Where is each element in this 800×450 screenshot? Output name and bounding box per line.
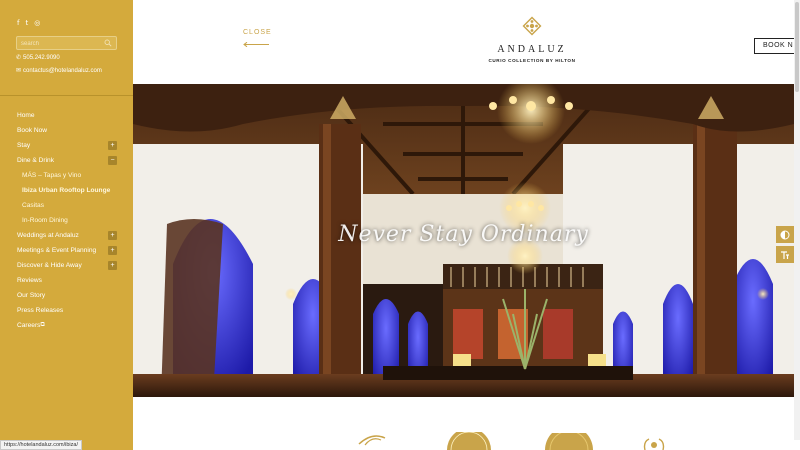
sidebar-item-label: Stay (17, 142, 31, 149)
expand-icon[interactable]: + (108, 261, 117, 270)
email-contact[interactable]: ✉ contactus@hotelandaluz.com (16, 67, 102, 75)
aaa-award-icon (358, 435, 386, 446)
andaluz-emblem-icon (522, 16, 542, 36)
external-link-icon: ⧉ (40, 322, 45, 328)
awards-row (133, 400, 794, 450)
sidebar-item-label: Discover & Hide Away (17, 262, 82, 269)
sidebar-item-our-story[interactable]: Our Story (0, 288, 133, 303)
search-box (16, 36, 117, 50)
historic-hotels-badge-icon (447, 432, 491, 450)
sidebar-item-dine-drink[interactable]: Dine & Drink − (0, 153, 133, 168)
facebook-icon[interactable]: f (17, 19, 19, 27)
sidebar-item-label: Casitas (22, 202, 44, 209)
sidebar-item-casitas[interactable]: Casitas (0, 198, 133, 213)
laurel-award-icon (643, 438, 665, 450)
sidebar: f t ◎ ✆ 505.242.9090 ✉ contactus@hotelan… (0, 0, 133, 450)
page: f t ◎ ✆ 505.242.9090 ✉ contactus@hotelan… (0, 0, 800, 450)
social-links: f t ◎ (17, 19, 40, 27)
sidebar-item-label: Careers (17, 322, 41, 329)
phone-icon: ✆ (16, 55, 22, 61)
sidebar-item-label: In-Room Dining (22, 217, 68, 224)
text-size-toggle[interactable] (776, 246, 794, 263)
close-menu-button[interactable]: CLOSE (243, 29, 272, 47)
contrast-toggle[interactable] (776, 226, 794, 243)
email-address: contactus@hotelandaluz.com (23, 67, 102, 74)
sidebar-item-label: Weddings at Andaluz (17, 232, 79, 239)
sidebar-item-label: MÁS – Tapas y Vino (22, 172, 82, 179)
sidebar-item-book-now[interactable]: Book Now (0, 123, 133, 138)
sidebar-item-discover-hide-away[interactable]: Discover & Hide Away + (0, 258, 133, 273)
logo-tagline: CURIO COLLECTION BY HILTON (488, 58, 576, 63)
sidebar-item-label: Meetings & Event Planning (17, 247, 97, 254)
sidebar-item-label: Book Now (17, 127, 48, 134)
expand-icon[interactable]: + (108, 141, 117, 150)
sidebar-item-careers[interactable]: Careers ⧉ (0, 318, 133, 333)
sidebar-item-m-s-tapas-y-vino[interactable]: MÁS – Tapas y Vino (0, 168, 133, 183)
sidebar-item-label: Dine & Drink (17, 157, 55, 164)
instagram-icon[interactable]: ◎ (34, 19, 40, 27)
phone-contact[interactable]: ✆ 505.242.9090 (16, 54, 60, 62)
search-input[interactable] (21, 38, 101, 49)
twitter-icon[interactable]: t (25, 19, 28, 27)
expand-icon[interactable]: + (108, 231, 117, 240)
envelope-icon: ✉ (16, 68, 22, 74)
sidebar-item-weddings-at-andaluz[interactable]: Weddings at Andaluz + (0, 228, 133, 243)
scrollbar-thumb[interactable] (795, 2, 799, 92)
phone-number: 505.242.9090 (23, 54, 60, 61)
sidebar-item-ibiza-urban-rooftop-lounge[interactable]: Ibiza Urban Rooftop Lounge (0, 183, 133, 198)
search-icon[interactable] (104, 39, 112, 47)
sidebar-item-label: Reviews (17, 277, 42, 284)
sidebar-item-meetings-event-planning[interactable]: Meetings & Event Planning + (0, 243, 133, 258)
sidebar-item-label: Ibiza Urban Rooftop Lounge (22, 187, 111, 194)
award-seal-icon (545, 433, 593, 450)
sidebar-item-reviews[interactable]: Reviews (0, 273, 133, 288)
andaluz-logo[interactable]: ANDALUZ CURIO COLLECTION BY HILTON (480, 15, 584, 69)
sidebar-item-label: Our Story (17, 292, 46, 299)
sidebar-item-press-releases[interactable]: Press Releases (0, 303, 133, 318)
sidebar-nav: Home Book Now Stay + Dine & Drink − MÁS – Tapa… (0, 108, 133, 333)
expand-icon[interactable]: + (108, 246, 117, 255)
sidebar-item-label: Press Releases (17, 307, 64, 314)
collapse-icon[interactable]: − (108, 156, 117, 165)
sidebar-item-stay[interactable]: Stay + (0, 138, 133, 153)
sidebar-item-label: Home (17, 112, 35, 119)
sidebar-item-in-room-dining[interactable]: In-Room Dining (0, 213, 133, 228)
accessibility-tools (776, 226, 794, 266)
hero-tagline: Never Stay Ordinary (338, 222, 589, 247)
close-label: CLOSE (243, 29, 272, 36)
contrast-icon (780, 230, 790, 239)
status-url: https://hotelandaluz.com/ibiza/ (0, 440, 82, 450)
text-size-icon (781, 250, 789, 259)
sidebar-divider (0, 95, 133, 96)
sidebar-item-home[interactable]: Home (0, 108, 133, 123)
arrow-left-icon (243, 42, 269, 47)
logo-name: ANDALUZ (497, 44, 567, 55)
page-scrollbar[interactable] (794, 0, 800, 440)
